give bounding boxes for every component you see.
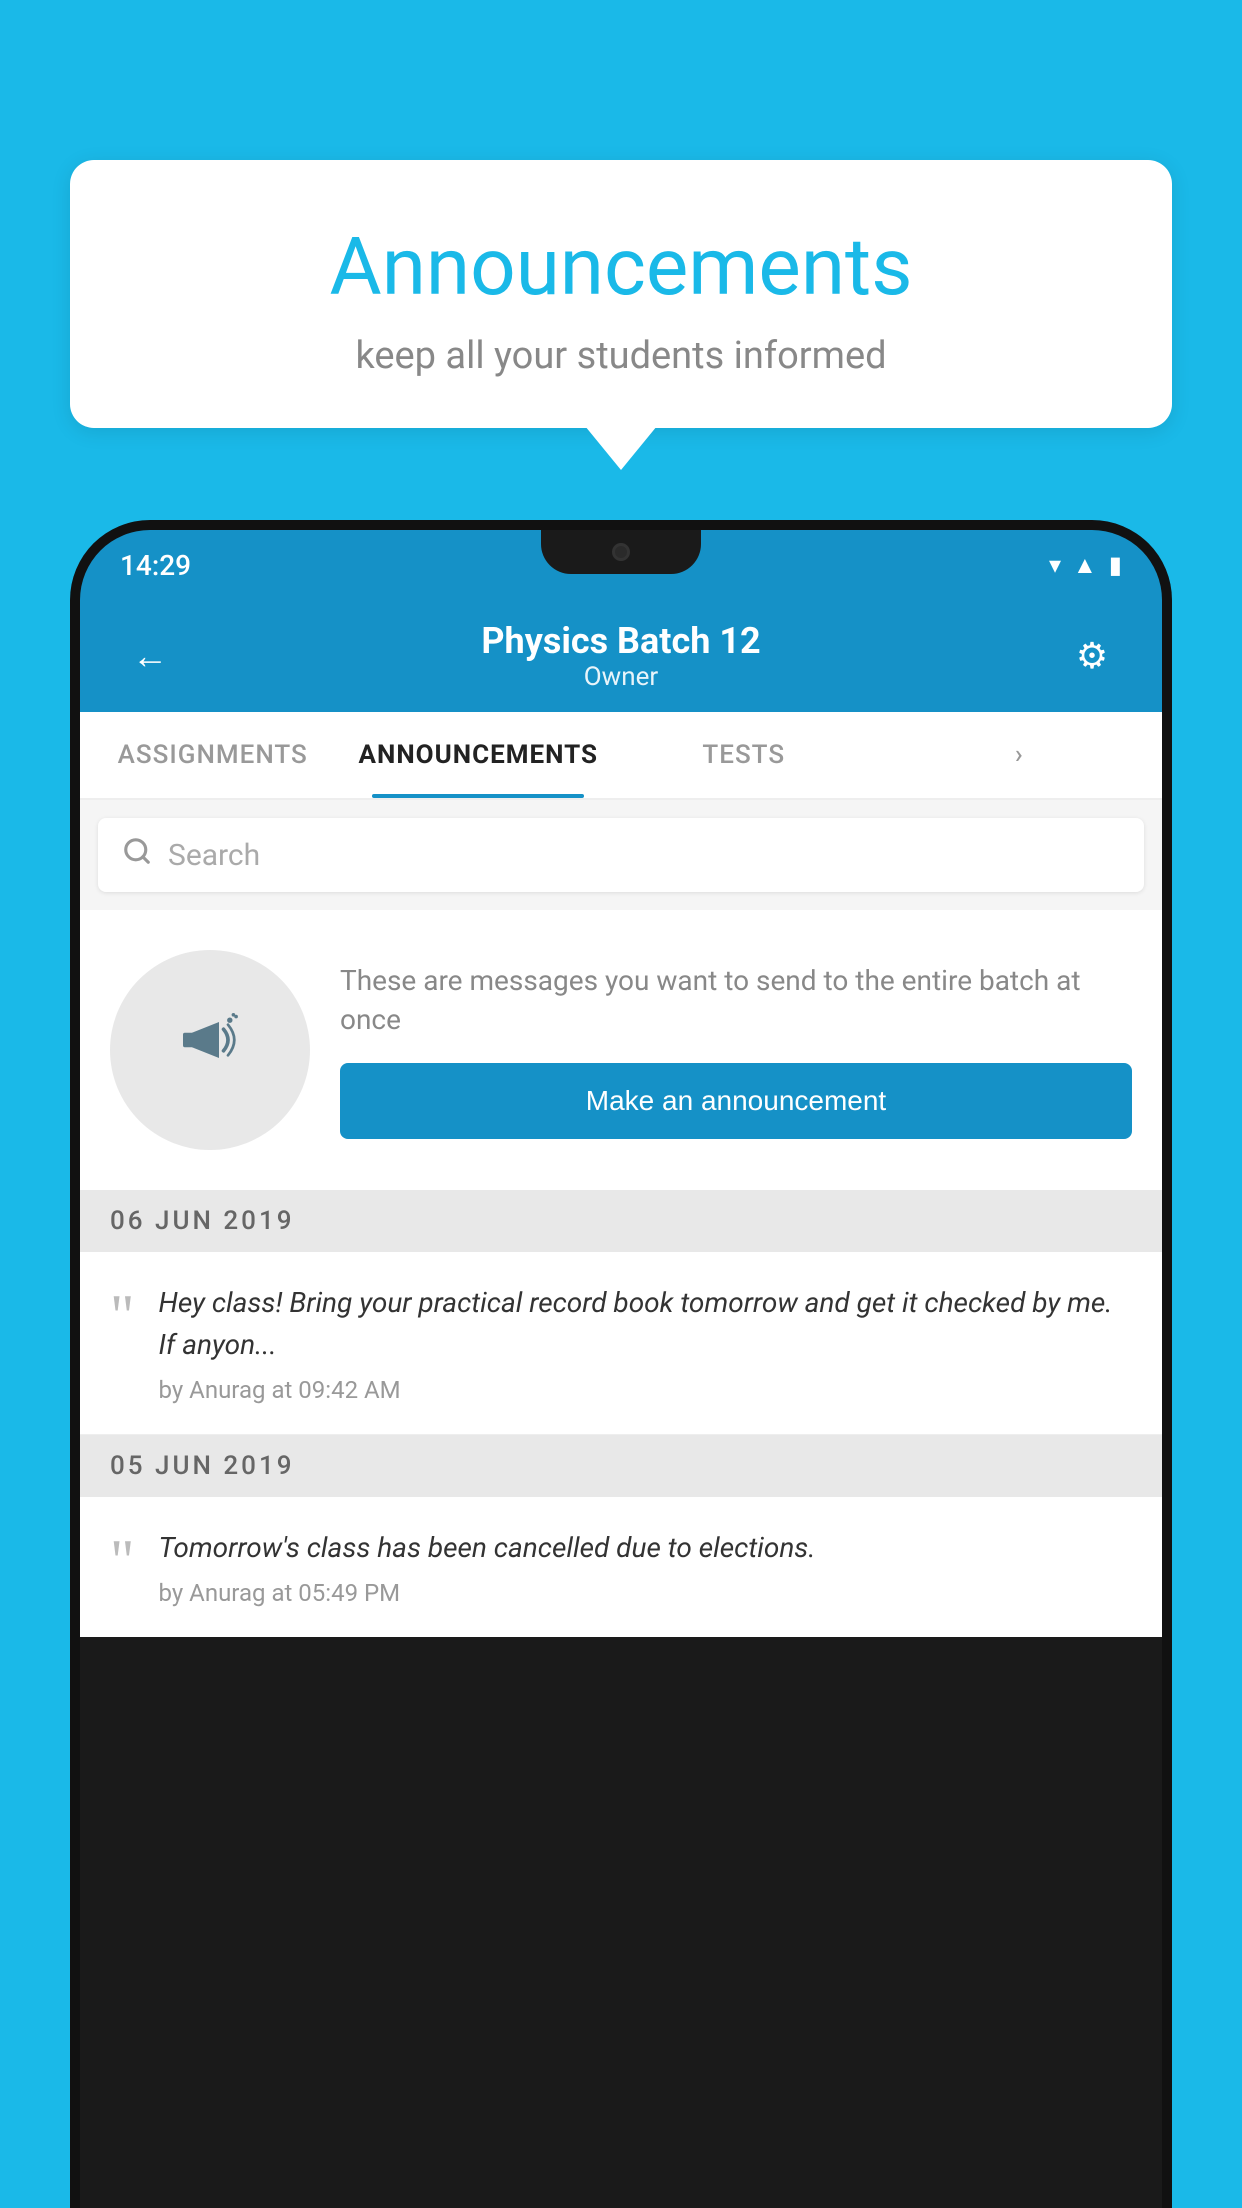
gear-icon[interactable]: ⚙ [1062,635,1122,677]
make-announcement-button[interactable]: Make an announcement [340,1063,1132,1139]
announcement-item-2: " Tomorrow's class has been cancelled du… [80,1497,1162,1637]
date-separator-2: 05 JUN 2019 [80,1435,1162,1497]
signal-icon: ▲ [1073,551,1097,580]
app-header: ← Physics Batch 12 Owner ⚙ [80,600,1162,712]
notch [541,530,701,574]
announcement-text-wrap-2: Tomorrow's class has been cancelled due … [159,1527,816,1607]
announcement-text-wrap-1: Hey class! Bring your practical record b… [159,1282,1133,1404]
back-button[interactable]: ← [120,635,180,677]
tab-more[interactable]: › [877,712,1163,798]
camera-dot [612,543,630,561]
bubble-subtitle: keep all your students informed [120,334,1122,378]
announcement-meta-2: by Anurag at 05:49 PM [159,1579,816,1607]
announcement-text-2: Tomorrow's class has been cancelled due … [159,1527,816,1569]
announcement-item-1: " Hey class! Bring your practical record… [80,1252,1162,1435]
wifi-icon: ▾ [1049,551,1061,579]
tab-announcements[interactable]: ANNOUNCEMENTS [346,712,612,798]
promo-description: These are messages you want to send to t… [340,961,1132,1039]
search-icon [122,836,152,874]
battery-icon: ▮ [1109,551,1122,579]
announcement-meta-1: by Anurag at 09:42 AM [159,1376,1133,1404]
promo-icon-circle [110,950,310,1150]
bubble-title: Announcements [120,220,1122,314]
status-bar: 14:29 ▾ ▲ ▮ [80,530,1162,600]
header-subtitle: Owner [180,662,1062,692]
status-time: 14:29 [120,549,191,582]
tab-assignments[interactable]: ASSIGNMENTS [80,712,346,798]
speech-bubble: Announcements keep all your students inf… [70,160,1172,428]
tabs-bar: ASSIGNMENTS ANNOUNCEMENTS TESTS › [80,712,1162,800]
content-area: Search [80,800,1162,1637]
quote-icon-1: " [110,1286,135,1346]
search-placeholder: Search [168,838,260,873]
header-title: Physics Batch 12 [180,620,1062,662]
megaphone-icon [165,995,255,1105]
announcement-text-1: Hey class! Bring your practical record b… [159,1282,1133,1366]
phone-frame: 14:29 ▾ ▲ ▮ ← Physics Batch 12 Owner ⚙ A… [70,520,1172,2208]
status-icons: ▾ ▲ ▮ [1049,551,1122,580]
header-center: Physics Batch 12 Owner [180,620,1062,692]
tab-tests[interactable]: TESTS [611,712,877,798]
date-separator-1: 06 JUN 2019 [80,1190,1162,1252]
quote-icon-2: " [110,1531,135,1591]
search-bar[interactable]: Search [98,818,1144,892]
announcement-promo: These are messages you want to send to t… [80,910,1162,1190]
promo-right: These are messages you want to send to t… [340,961,1132,1139]
